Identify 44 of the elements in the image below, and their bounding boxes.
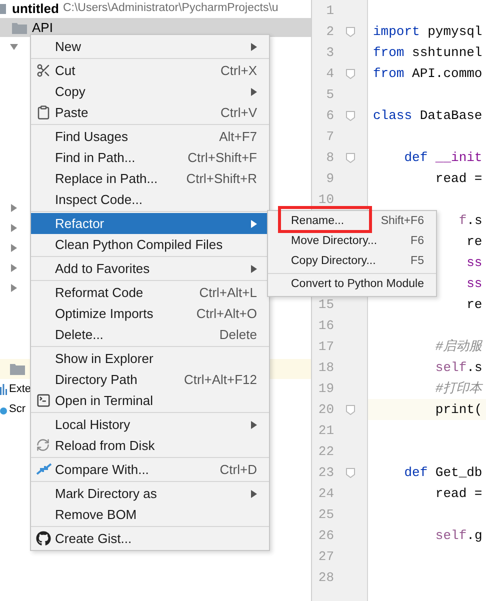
line-number: 25 (318, 506, 334, 522)
code-line: from API.commo (373, 64, 482, 83)
code-line: print( (435, 400, 482, 419)
line-number: 8 (326, 150, 334, 165)
code-line: #启动服 (435, 338, 482, 356)
line-number: 20 (318, 402, 334, 417)
line-number: 3 (326, 44, 334, 60)
line-number: 19 (318, 380, 334, 396)
line-number: 10 (318, 192, 334, 207)
code-line: self.g (435, 526, 482, 545)
code-line: ss (466, 274, 482, 293)
line-number: 16 (318, 318, 334, 333)
line-number: 1 (326, 2, 334, 18)
code-line: import pymysql (373, 22, 482, 41)
line-number: 4 (326, 66, 334, 81)
code-line: #打印本 (435, 380, 482, 398)
line-number: 18 (318, 360, 334, 375)
line-number: 27 (318, 548, 334, 564)
code-line: self.s (435, 358, 482, 377)
code-line: ss (466, 254, 482, 272)
line-number: 9 (326, 170, 334, 186)
code-line: class DataBase (373, 106, 482, 125)
line-number: 2 (326, 24, 334, 39)
code-line: from sshtunnel (373, 44, 482, 62)
code-line: re (466, 296, 482, 314)
line-number: 28 (318, 570, 334, 585)
line-number: 17 (318, 338, 334, 354)
line-number: 6 (326, 108, 334, 123)
line-number: 7 (326, 128, 334, 144)
project-name: untitled (12, 0, 59, 18)
code-line: def Get_db (404, 464, 482, 482)
code-line: def __init (404, 148, 482, 167)
line-number: 22 (318, 444, 334, 459)
code-line: re (466, 232, 482, 251)
line-number: 24 (318, 486, 334, 501)
code-line: read = (435, 170, 482, 188)
line-number: 23 (318, 464, 334, 480)
line-number: 21 (318, 422, 334, 438)
code-line: read = (435, 484, 482, 503)
line-number: 15 (318, 296, 334, 312)
project-path: C:\Users\Administrator\PycharmProjects\u (62, 1, 278, 16)
line-number: 26 (318, 528, 334, 543)
code-line: f.s (458, 212, 482, 230)
line-number: 5 (326, 86, 334, 102)
